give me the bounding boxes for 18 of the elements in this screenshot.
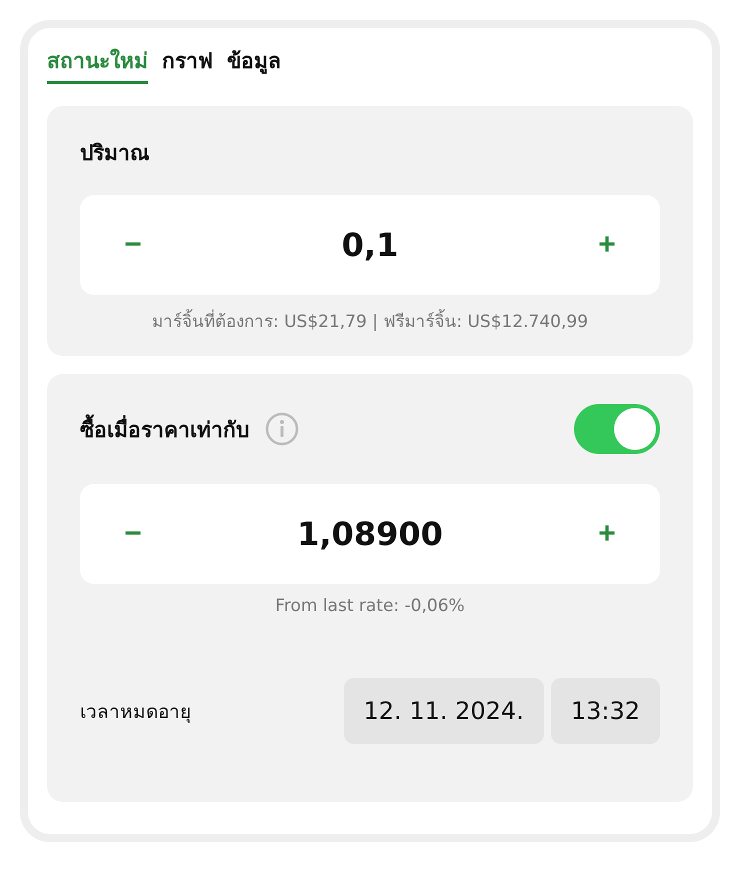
rate-note: From last rate: -0,06% (274, 596, 466, 616)
margin-note: มาร์จิ้นที่ต้องการ: US$21,79 | ฟรีมาร์จิ้น: US$12.740,99 (80, 307, 660, 334)
quantity-value: 0,1 (342, 226, 398, 264)
decrease-button[interactable]: − (110, 511, 156, 557)
date-button[interactable]: 12. 11. 2024. (344, 678, 544, 744)
tab[interactable]: ข้อมูล (227, 38, 281, 84)
section-title: ซื้อเมื่อราคาเท่ากับ (80, 412, 249, 446)
section-title: ปริมาณ (80, 140, 150, 167)
increase-button[interactable]: + (584, 222, 630, 268)
tab[interactable]: กราฟ (162, 38, 213, 84)
toggle-switch[interactable] (574, 404, 660, 454)
expiry-label: เวลาหมดอายุ (80, 700, 191, 725)
increase-button[interactable]: + (584, 511, 630, 557)
info-icon[interactable] (265, 412, 299, 446)
price-value: 1,08900 (297, 515, 443, 553)
decrease-button[interactable]: − (110, 222, 156, 268)
time-button[interactable]: 13:32 (550, 678, 660, 744)
tab[interactable]: สถานะใหม่ (47, 38, 148, 84)
